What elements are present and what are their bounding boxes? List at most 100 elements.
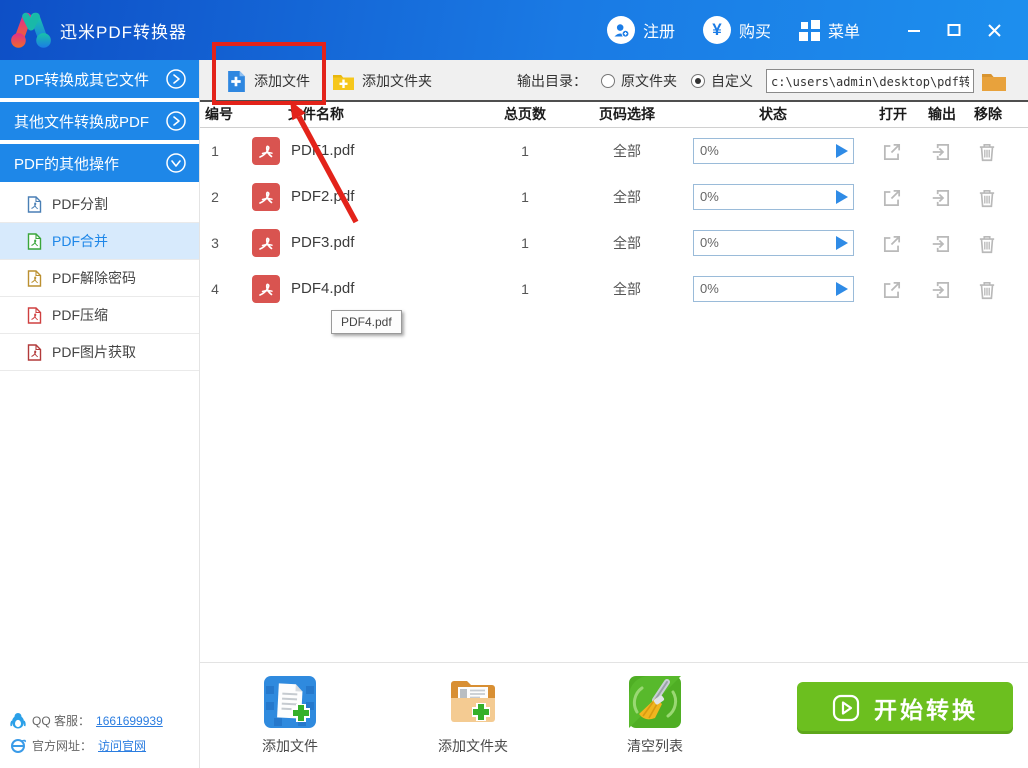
- start-row-play-icon[interactable]: [836, 282, 848, 296]
- add-file-big-icon: [264, 676, 316, 728]
- menu-button[interactable]: 菜单: [798, 18, 860, 42]
- pdf-doc-icon: [27, 269, 42, 287]
- remove-file-button[interactable]: [976, 187, 998, 209]
- open-output-folder-button[interactable]: [930, 279, 952, 301]
- open-file-button[interactable]: [881, 279, 903, 301]
- page-range-select[interactable]: 全部: [600, 174, 654, 220]
- progress-bar: 0%: [693, 230, 854, 256]
- pdf-doc-icon: [27, 195, 42, 213]
- qq-number-link[interactable]: 1661699939: [96, 714, 163, 728]
- browse-folder-button[interactable]: [981, 70, 1007, 92]
- sidebar-item-label: PDF压缩: [52, 307, 108, 323]
- qq-support-label: QQ 客服：: [32, 714, 91, 728]
- sidebar-item-pdf-extract-images[interactable]: PDF图片获取: [0, 334, 199, 371]
- official-site-link[interactable]: 访问官网: [98, 737, 146, 754]
- sidebar-item-pdf-compress[interactable]: PDF压缩: [0, 297, 199, 334]
- add-folder-big-button[interactable]: 添加文件夹: [418, 663, 528, 756]
- open-file-button[interactable]: [881, 187, 903, 209]
- close-button[interactable]: [974, 10, 1014, 50]
- file-name: PDF2.pdf: [291, 188, 355, 205]
- pdf-file-icon: [252, 137, 280, 165]
- radio-original-folder[interactable]: 原文件夹: [601, 60, 677, 102]
- open-file-button[interactable]: [881, 233, 903, 255]
- output-path-input[interactable]: [766, 69, 974, 93]
- start-row-play-icon[interactable]: [836, 190, 848, 204]
- row-number: 4: [211, 281, 219, 297]
- app-logo-icon: [11, 12, 51, 48]
- sidebar-category-pdf-to-other[interactable]: PDF转换成其它文件: [0, 60, 199, 98]
- progress-value: 0%: [700, 235, 719, 250]
- table-row: 1 PDF1.pdf 1 全部 0%: [200, 128, 1028, 174]
- radio-circle-checked-icon: [691, 74, 705, 88]
- progress-value: 0%: [700, 189, 719, 204]
- play-icon: [832, 694, 860, 722]
- top-toolbar: 添加文件 添加文件夹 输出目录： 原文件夹 自定义: [200, 60, 1028, 102]
- header-page-select: 页码选择: [599, 106, 655, 122]
- chevron-right-circle-icon: [166, 69, 186, 89]
- remove-file-button[interactable]: [976, 233, 998, 255]
- add-file-big-button[interactable]: 添加文件: [235, 663, 345, 756]
- header-total-pages: 总页数: [504, 106, 546, 122]
- pdf-doc-icon: [27, 343, 42, 361]
- ie-browser-icon: [11, 738, 26, 753]
- pdf-file-icon: [252, 183, 280, 211]
- radio-custom-label: 自定义: [711, 73, 753, 89]
- file-table-header: 编号 文件名称 总页数 页码选择 状态 打开 输出 移除: [200, 102, 1028, 128]
- add-file-toolbar-button[interactable]: 添加文件: [226, 65, 310, 97]
- row-number: 2: [211, 189, 219, 205]
- sidebar-item-pdf-remove-password[interactable]: PDF解除密码: [0, 260, 199, 297]
- pdf-file-icon: [252, 229, 280, 257]
- total-pages: 1: [521, 281, 529, 297]
- page-range-select[interactable]: 全部: [600, 266, 654, 312]
- chevron-right-circle-icon: [166, 111, 186, 131]
- sidebar: PDF转换成其它文件 其他文件转换成PDF PDF的其他操作 PDF分割 PDF…: [0, 60, 200, 768]
- header-number: 编号: [205, 106, 233, 122]
- bottom-toolbar: 添加文件 添加文件夹 清空列表 开始转换: [200, 662, 1028, 768]
- category-label: 其他文件转换成PDF: [14, 113, 150, 131]
- row-number: 1: [211, 143, 219, 159]
- sidebar-category-other-to-pdf[interactable]: 其他文件转换成PDF: [0, 102, 199, 140]
- clear-list-big-button[interactable]: 清空列表: [600, 663, 710, 756]
- pdf-file-icon: [252, 275, 280, 303]
- page-range-select[interactable]: 全部: [600, 220, 654, 266]
- start-row-play-icon[interactable]: [836, 144, 848, 158]
- register-button[interactable]: 注册: [606, 16, 675, 44]
- total-pages: 1: [521, 189, 529, 205]
- open-file-button[interactable]: [881, 141, 903, 163]
- pdf-doc-icon: [27, 306, 42, 324]
- menu-grid-icon: [798, 19, 820, 41]
- maximize-button[interactable]: [934, 10, 974, 50]
- row-number: 3: [211, 235, 219, 251]
- radio-custom-folder[interactable]: 自定义: [691, 60, 753, 102]
- buy-label: 购买: [738, 24, 771, 41]
- buy-button[interactable]: ¥ 购买: [702, 16, 771, 44]
- sidebar-category-pdf-other-ops[interactable]: PDF的其他操作: [0, 144, 199, 182]
- category-label: PDF的其他操作: [14, 155, 120, 173]
- start-convert-label: 开始转换: [874, 697, 978, 723]
- progress-value: 0%: [700, 143, 719, 158]
- menu-label: 菜单: [827, 24, 860, 41]
- minimize-button[interactable]: [894, 10, 934, 50]
- pdf-doc-icon: [27, 232, 42, 250]
- header-remove: 移除: [974, 106, 1002, 122]
- tooltip: PDF4.pdf: [331, 310, 402, 334]
- open-output-folder-button[interactable]: [930, 141, 952, 163]
- start-convert-button[interactable]: 开始转换: [797, 682, 1013, 734]
- remove-file-button[interactable]: [976, 279, 998, 301]
- add-folder-label: 添加文件夹: [362, 73, 432, 89]
- yen-icon: ¥: [702, 16, 731, 44]
- total-pages: 1: [521, 143, 529, 159]
- remove-file-button[interactable]: [976, 141, 998, 163]
- add-folder-toolbar-button[interactable]: 添加文件夹: [332, 65, 432, 97]
- start-row-play-icon[interactable]: [836, 236, 848, 250]
- sidebar-item-pdf-split[interactable]: PDF分割: [0, 186, 199, 223]
- open-output-folder-button[interactable]: [930, 233, 952, 255]
- chevron-down-circle-icon: [166, 153, 186, 173]
- open-output-folder-button[interactable]: [930, 187, 952, 209]
- page-range-select[interactable]: 全部: [600, 128, 654, 174]
- sidebar-item-pdf-merge[interactable]: PDF合并: [0, 223, 199, 260]
- add-file-label: 添加文件: [254, 73, 310, 89]
- sidebar-support: QQ 客服： 1661699939 官方网址： 访问官网: [10, 704, 163, 754]
- clear-list-big-label: 清空列表: [627, 738, 683, 754]
- header-open: 打开: [879, 106, 907, 122]
